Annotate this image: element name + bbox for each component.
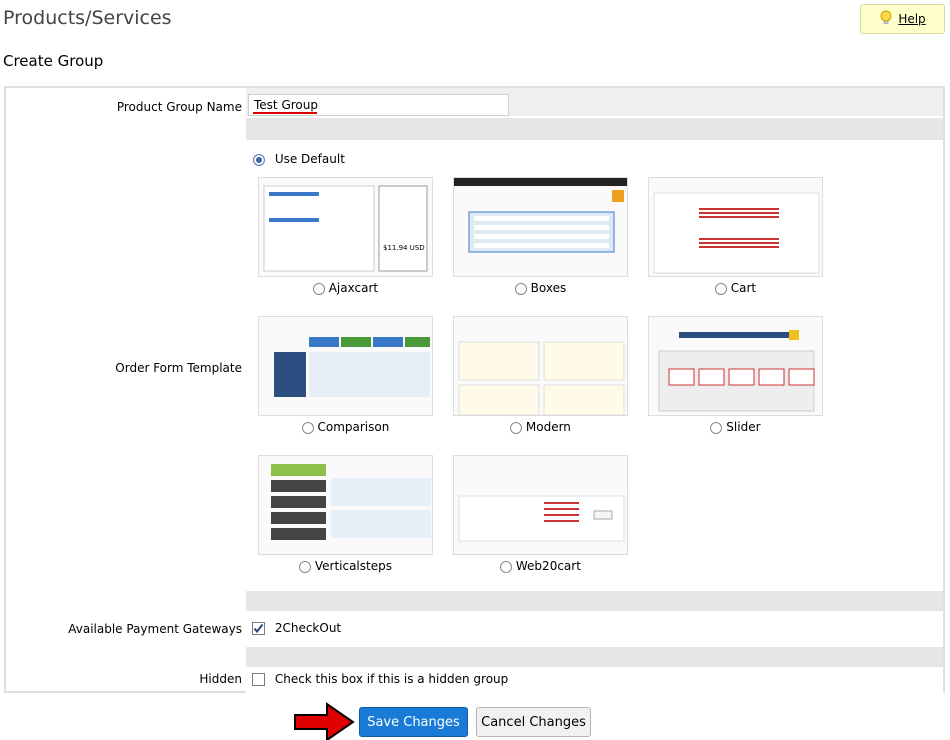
2checkout-option[interactable]: 2CheckOut [252, 621, 341, 635]
help-button[interactable]: Help [860, 4, 945, 34]
modern-option[interactable]: Modern [453, 420, 628, 434]
comparison-option[interactable]: Comparison [258, 420, 433, 434]
payment-gateways-cell: 2CheckOut [246, 611, 943, 643]
use-default-label: Use Default [274, 152, 345, 166]
hidden-checkbox[interactable] [252, 673, 265, 686]
hidden-cell: Check this box if this is a hidden group [246, 667, 943, 693]
ajaxcart-option[interactable]: Ajaxcart [258, 281, 433, 295]
ajaxcart-preview[interactable]: $11.94 USD [258, 177, 433, 277]
verticalsteps-preview[interactable] [258, 455, 433, 555]
group-name-label: Product Group Name [116, 100, 242, 114]
slider-option[interactable]: Slider [648, 420, 823, 434]
checkmark-icon [253, 623, 264, 634]
svg-text:$11.94 USD: $11.94 USD [383, 244, 425, 252]
use-default-radio[interactable] [253, 153, 265, 166]
slider-preview[interactable] [648, 316, 823, 416]
cancel-changes-button[interactable]: Cancel Changes [476, 707, 591, 737]
save-changes-button[interactable]: Save Changes [359, 707, 468, 737]
lightbulb-icon [879, 10, 893, 29]
section-title: Create Group [3, 52, 104, 70]
use-default-option[interactable]: Use Default [253, 152, 345, 166]
group-name-value: Test Group [254, 98, 318, 112]
group-name-input[interactable]: Test Group [248, 94, 509, 116]
boxes-option[interactable]: Boxes [453, 281, 628, 295]
cart-option[interactable]: Cart [648, 281, 823, 295]
2checkout-label: 2CheckOut [274, 621, 342, 635]
hidden-label: Hidden [199, 672, 242, 686]
page-title: Products/Services [3, 7, 172, 29]
cart-preview[interactable] [648, 177, 823, 277]
order-form-cell: Use Default $11.94 USD Ajaxcart Boxes Ca… [246, 144, 943, 587]
pointer-arrow-icon [293, 701, 357, 740]
create-group-form: Product Group Name Test Group Order Form… [4, 86, 945, 693]
verticalsteps-option[interactable]: Verticalsteps [258, 559, 433, 573]
web20cart-option[interactable]: Web20cart [453, 559, 628, 573]
group-name-cell: Test Group [246, 88, 943, 116]
spellcheck-underline [253, 112, 317, 114]
comparison-preview[interactable] [258, 316, 433, 416]
hidden-text: Check this box if this is a hidden group [274, 672, 509, 686]
order-form-label: Order Form Template [115, 361, 242, 375]
boxes-preview[interactable] [453, 177, 628, 277]
hidden-option[interactable]: Check this box if this is a hidden group [252, 672, 508, 686]
2checkout-checkbox[interactable] [252, 622, 265, 635]
help-label: Help [898, 12, 926, 26]
web20cart-preview[interactable] [453, 455, 628, 555]
payment-gateways-label: Available Payment Gateways [68, 622, 242, 636]
modern-preview[interactable] [453, 316, 628, 416]
